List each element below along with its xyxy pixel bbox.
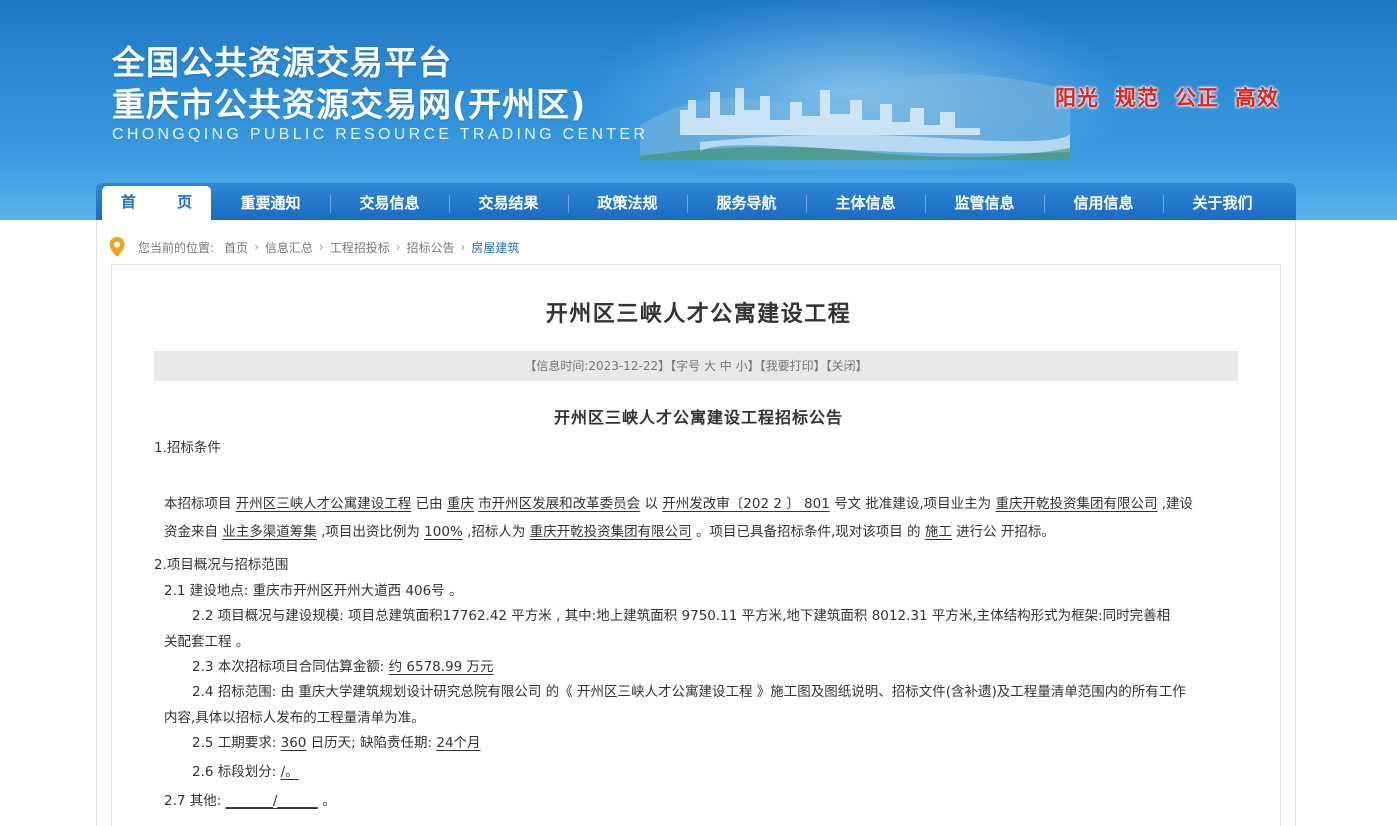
- section-2-7-other: 2.7 其他: _______/______ 。: [164, 793, 336, 809]
- section-2-5-duration: 2.5 工期要求: 360 日历天; 缺陷责任期: 24个月: [192, 735, 481, 751]
- funding-ratio: 100%: [424, 524, 463, 540]
- lot-division: /。: [280, 764, 299, 780]
- close-button[interactable]: 【关闭】: [826, 359, 868, 373]
- location-pin-icon: [109, 237, 125, 257]
- nav-item-home[interactable]: 首 页: [102, 186, 211, 220]
- nav-item-credit[interactable]: 信用信息: [1044, 187, 1163, 220]
- site-title-line1: 全国公共资源交易平台: [112, 43, 452, 82]
- slogan-item: 公正: [1175, 86, 1219, 110]
- font-size-label: 【字号: [670, 359, 701, 373]
- breadcrumb-link-engineering[interactable]: 工程招投标: [330, 239, 390, 256]
- site-title-english: CHONGQING PUBLIC RESOURCE TRADING CENTER: [112, 126, 649, 143]
- chevron-right-icon: ›: [395, 240, 401, 254]
- duration-days: 360: [280, 735, 307, 751]
- font-size-small-button[interactable]: 小】: [736, 359, 760, 373]
- nav-item-service-guide[interactable]: 服务导航: [687, 187, 806, 220]
- breadcrumb-prefix: 您当前的位置:: [138, 240, 215, 255]
- section-1-line2: 资金来自 业主多渠道筹集 ,项目出资比例为 100% ,招标人为 重庆开乾投资集…: [164, 524, 1055, 540]
- chevron-right-icon: ›: [254, 240, 259, 254]
- article-title: 开州区三峡人才公寓建设工程: [545, 301, 852, 327]
- authority-city: 重庆: [446, 496, 474, 512]
- slogan-item: 规范: [1115, 86, 1159, 110]
- nav-item-trade-results[interactable]: 交易结果: [449, 187, 568, 220]
- nav-item-policies[interactable]: 政策法规: [568, 187, 687, 220]
- section-2-6-lots: 2.6 标段划分: /。: [192, 764, 299, 780]
- chevron-right-icon: ›: [318, 240, 324, 254]
- section-2-3-estimate: 2.3 本次招标项目合同估算金额: 约 6578.99 万元: [192, 659, 494, 675]
- tender-scope: 施工: [924, 524, 952, 540]
- font-size-medium-button[interactable]: 中: [720, 359, 732, 373]
- section-2-4-scope-line2: 内容,具体以招标人发布的工程量清单为准。: [164, 710, 425, 726]
- project-name: 开州区三峡人才公寓建设工程: [235, 496, 412, 512]
- estimate-amount: 约 6578.99 万元: [388, 659, 494, 675]
- publish-time: 【信息时间:2023-12-22】: [524, 359, 671, 373]
- print-button[interactable]: 【我要打印】: [760, 359, 826, 373]
- other-value: _______/______: [225, 793, 318, 809]
- slogan-item: 高效: [1235, 86, 1279, 110]
- section-2-heading: 2.项目概况与招标范围: [154, 557, 289, 573]
- main-nav: 首 页 重要通知 交易信息 交易结果 政策法规 服务导航 主体信息 监管信息 信…: [96, 183, 1296, 220]
- breadcrumb: 您当前的位置: 首页 › 信息汇总 › 工程招投标 › 招标公告 › 房屋建筑: [108, 236, 519, 258]
- funding-source: 业主多渠道筹集: [222, 524, 317, 540]
- section-1-line1: 本招标项目 开州区三峡人才公寓建设工程 已由 重庆 市开州区发展和改革委员会 以…: [164, 496, 1194, 512]
- nav-item-about[interactable]: 关于我们: [1163, 187, 1282, 220]
- nav-item-notices[interactable]: 重要通知: [211, 187, 330, 220]
- slogan-group: 阳光 规范 公正 高效: [1055, 82, 1279, 112]
- defect-period: 24个月: [436, 735, 481, 751]
- section-2-2-overview-line2: 关配套工程 。: [164, 634, 250, 650]
- approval-authority: 市开州区发展和改革委员会: [478, 496, 641, 512]
- font-size-large-button[interactable]: 大: [704, 359, 716, 373]
- tenderer-name: 重庆开乾投资集团有限公司: [529, 524, 692, 540]
- section-2-4-scope-line1: 2.4 招标范围: 由 重庆大学建筑规划设计研究总院有限公司 的《 开州区三峡人…: [192, 684, 1186, 700]
- article-meta-bar: 【信息时间:2023-12-22】【字号 大 中 小】【我要打印】【关闭】: [154, 351, 1238, 381]
- chevron-right-icon: ›: [460, 240, 466, 254]
- nav-item-trade-info[interactable]: 交易信息: [330, 187, 449, 220]
- nav-item-supervision[interactable]: 监管信息: [925, 187, 1044, 220]
- nav-item-entity-info[interactable]: 主体信息: [806, 187, 925, 220]
- slogan-item: 阳光: [1055, 86, 1099, 110]
- breadcrumb-link-announcement[interactable]: 招标公告: [407, 239, 455, 256]
- breadcrumb-link-home[interactable]: 首页: [224, 239, 248, 256]
- breadcrumb-current[interactable]: 房屋建筑: [471, 239, 519, 256]
- site-title-line2: 重庆市公共资源交易网(开州区): [112, 85, 587, 124]
- breadcrumb-link-info[interactable]: 信息汇总: [265, 239, 313, 256]
- section-2-1-location: 2.1 建设地点: 重庆市开州区开州大道西 406号 。: [164, 583, 463, 599]
- city-skyline-image: [640, 73, 1070, 160]
- document-title: 开州区三峡人才公寓建设工程招标公告: [553, 408, 843, 427]
- approval-doc-number: 开州发改审〔202 2 〕 801: [662, 496, 830, 512]
- section-2-2-overview-line1: 2.2 项目概况与建设规模: 项目总建筑面积17762.42 平方米 , 其中:…: [192, 608, 1171, 624]
- site-title: 全国公共资源交易平台 重庆市公共资源交易网(开州区): [112, 42, 586, 126]
- project-owner: 重庆开乾投资集团有限公司: [995, 496, 1158, 512]
- section-1-heading: 1.招标条件: [154, 440, 221, 456]
